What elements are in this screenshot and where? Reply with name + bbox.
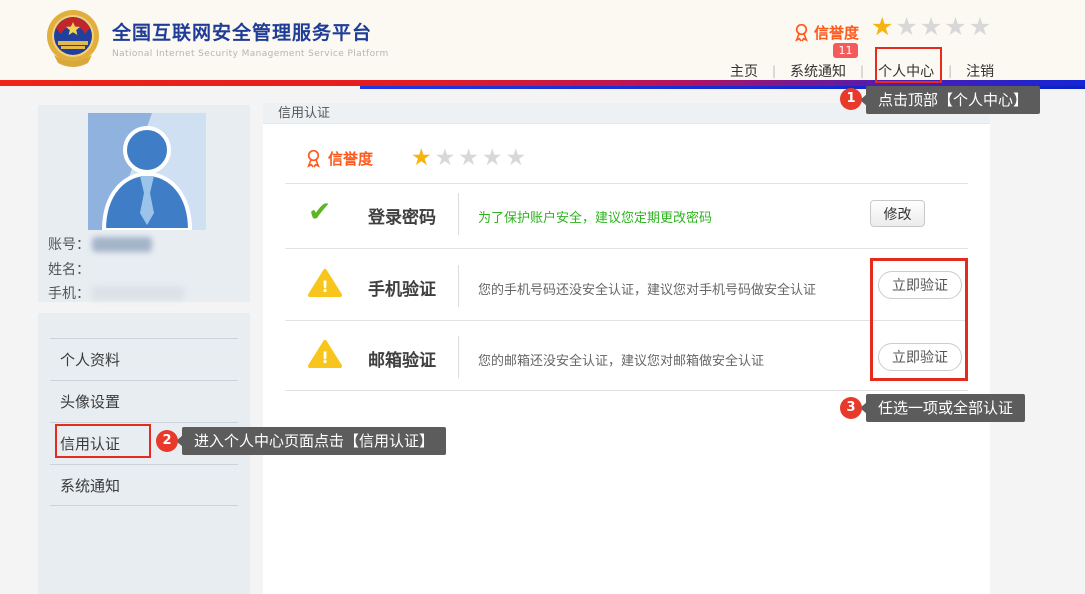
divider — [285, 183, 968, 184]
star-icon: ★ — [944, 12, 969, 41]
reputation-label: 信誉度 — [328, 149, 374, 168]
star-icon: ★ — [481, 145, 506, 171]
reputation-header: 信誉度 — [793, 22, 859, 43]
page: 全国互联网安全管理服务平台 National Internet Security… — [0, 0, 1085, 594]
profile-phone-row: 手机： — [48, 283, 184, 303]
redacted-account-value — [92, 236, 152, 252]
nav-logout[interactable]: 注销 — [966, 61, 994, 81]
warning-icon: ! — [308, 339, 342, 373]
site-subtitle: National Internet Security Management Se… — [112, 49, 389, 59]
avatar — [88, 113, 206, 232]
tooltip-text: 任选一项或全部认证 — [878, 399, 1014, 417]
row-title: 手机验证 — [368, 280, 436, 300]
star-icon: ★ — [458, 145, 482, 171]
warning-icon: ! — [308, 268, 342, 302]
exclamation-mark: ! — [321, 348, 328, 367]
star-icon: ★ — [434, 145, 459, 171]
sidebar-item-avatar-settings[interactable]: 头像设置 — [50, 380, 238, 422]
reputation-stars: ★★★★★ — [411, 145, 529, 171]
divider — [458, 336, 459, 378]
divider — [285, 248, 968, 249]
star-icon: ★ — [895, 12, 920, 41]
profile-account-row: 账号： — [48, 234, 152, 254]
reputation-label: 信誉度 — [814, 24, 860, 42]
exclamation-mark: ! — [321, 277, 328, 296]
step-2-marker: 2 — [156, 430, 178, 452]
highlight-frame-credit-verification — [55, 424, 151, 458]
row-title: 登录密码 — [368, 208, 436, 228]
highlight-frame-personal-center — [875, 47, 942, 83]
reputation-row: 信誉度 ★★★★★ — [305, 145, 529, 171]
modify-button[interactable]: 修改 — [870, 200, 925, 227]
star-icon: ★ — [919, 12, 945, 41]
brand: 全国互联网安全管理服务平台 National Internet Security… — [112, 18, 389, 59]
medal-icon — [307, 149, 320, 168]
divider — [285, 320, 968, 321]
row-description: 为了保护账户安全，建议您定期更改密码 — [478, 211, 713, 226]
star-icon: ★ — [505, 145, 530, 171]
row-description: 您的邮箱还没安全认证，建议您对邮箱做安全认证 — [478, 354, 765, 369]
tooltip-text: 进入个人中心页面点击【信用认证】 — [194, 432, 435, 450]
profile-card: 账号： 姓名： 手机： — [38, 105, 250, 302]
row-description: 您的手机号码还没安全认证，建议您对手机号码做安全认证 — [478, 283, 817, 298]
name-label: 姓名： — [48, 262, 90, 278]
redacted-phone-value — [92, 286, 184, 300]
nav-separator: | — [948, 64, 953, 78]
divider — [285, 390, 968, 391]
divider — [458, 193, 459, 235]
row-title: 邮箱验证 — [368, 351, 436, 371]
notification-badge: 11 — [833, 43, 858, 58]
step-3-marker: 3 — [840, 397, 862, 419]
step-1-marker: 1 — [840, 88, 862, 110]
divider — [458, 265, 459, 307]
tooltip-step-3: 任选一项或全部认证 — [860, 394, 1026, 422]
reputation-stars: ★★★★★ — [871, 12, 993, 41]
highlight-frame-verify-buttons — [870, 258, 968, 381]
tooltip-step-2: 进入个人中心页面点击【信用认证】 — [176, 427, 447, 455]
medal-icon — [795, 23, 808, 42]
sidebar-item-profile[interactable]: 个人资料 — [50, 338, 238, 380]
police-badge-logo-icon — [45, 9, 101, 69]
tooltip-step-1: 点击顶部【个人中心】 — [860, 86, 1041, 114]
profile-name-row: 姓名： — [48, 259, 90, 279]
nav-home[interactable]: 主页 — [730, 61, 758, 81]
star-icon: ★ — [411, 145, 435, 171]
tooltip-text: 点击顶部【个人中心】 — [878, 91, 1029, 109]
star-icon: ★ — [871, 12, 896, 41]
nav-system-notice[interactable]: 系统通知 — [790, 61, 846, 81]
star-icon: ★ — [968, 12, 994, 41]
nav-separator: | — [772, 64, 777, 78]
phone-label: 手机： — [48, 286, 90, 302]
site-title: 全国互联网安全管理服务平台 — [112, 22, 373, 44]
nav-separator: | — [860, 64, 865, 78]
top-nav: 主页 | 系统通知 | 个人中心 | 注销 — [730, 61, 994, 81]
sidebar-item-system-notice[interactable]: 系统通知 — [50, 464, 238, 506]
account-label: 账号： — [48, 237, 90, 253]
check-icon: ✔ — [308, 195, 332, 228]
